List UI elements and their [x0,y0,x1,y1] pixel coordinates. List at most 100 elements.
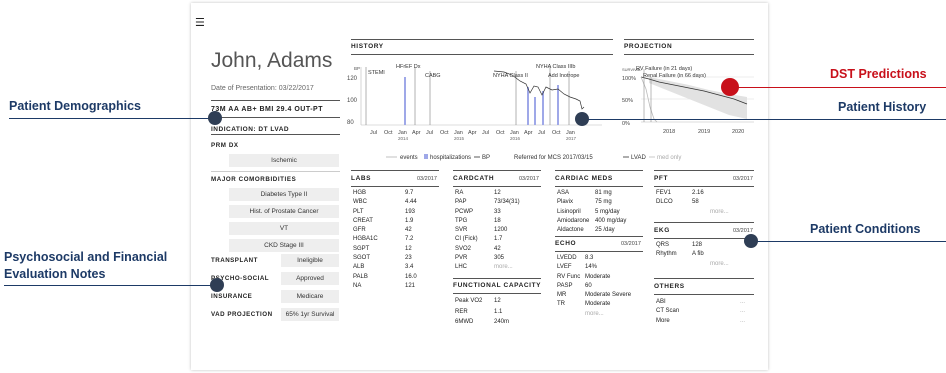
table-row: SVO2 42 [455,245,501,252]
table-row: more... [656,261,751,270]
table-row: NA 121 [353,282,416,289]
pft-title: PFT [654,175,669,182]
annotation-line [9,118,216,119]
table-row: ALB 3.4 [353,264,414,271]
hospitalization-bar [527,87,529,125]
divider [654,238,754,239]
echo-title: ECHO [555,240,577,247]
event-label: NYHA Class IIIb [536,64,575,70]
comorbidity-item: VT [229,222,339,235]
history-y-tick: 80 [347,120,354,126]
demographics-line: 73M AA AB+ BMI 29.4 OUT-PT [211,106,323,113]
svg-text:Oct: Oct [552,130,561,136]
divider [211,100,340,101]
insurance-value: Medicare [281,290,339,303]
divider [654,278,754,279]
cardcath-date: 03/2017 [519,176,539,182]
table-row: HGB 9.7 [353,190,414,196]
meds-title: CARDIAC MEDS [555,175,613,182]
renal-failure-label: Renal Failure (in 66 days) [643,73,706,79]
table-row: LVEF 14% [557,264,598,271]
annotation-dot [210,278,224,292]
table-row: Rhythm A fib [656,251,704,258]
svg-text:Apr: Apr [468,130,477,136]
table-row: PASP 60 [557,282,592,289]
event-label: NYHA Class II [493,73,528,79]
divider [624,54,754,55]
legend-bp: BP [482,155,490,161]
divider [453,278,541,279]
annotation-dst-predictions: DST Predictions [830,67,927,81]
meds-table: ASA 81 mg Plavix 75 mg Lisinopril 5 mg/day … [557,190,642,236]
divider [555,186,643,187]
ekg-more-link[interactable]: more... [710,261,729,267]
table-row: QRS 128 [656,242,703,248]
divider [351,54,613,55]
table-row: PVR 305 [455,255,505,262]
event-label: STEMI [368,70,385,76]
hospitalization-bar [557,85,559,125]
cardcath-table: RA 12 PAP 73/34(31) PCWP 33 TPG 18 SVR 1200 C… [455,190,540,274]
echo-more-link[interactable]: more... [585,311,604,317]
referred-note: Referred for MCS 2017/03/15 [514,155,593,161]
table-row: CT Scan... [656,308,746,315]
patient-name: John, Adams [211,49,333,72]
lhc-more-link[interactable]: more... [494,264,513,270]
table-row: PLT 193 [353,208,416,215]
svg-text:Apr: Apr [412,130,421,136]
divider [211,134,340,135]
pft-more-link[interactable]: more... [710,209,729,215]
divider [351,186,439,187]
table-row: TR Moderate [557,301,611,308]
table-row: Peak VO2 12 [455,298,501,304]
projection-x-axis: 2018 2019 2020 [663,129,744,135]
table-row: 6MWD 240m [455,319,510,325]
pft-table: FEV1 2.16 DLCO 58 more... [656,190,751,218]
projection-title: PROJECTION [624,43,673,50]
annotation-line [4,285,216,286]
annotation-psychosocial-1: Psychosocial and Financial [4,250,168,264]
hospitalization-bar [404,77,406,125]
table-row: More... [656,317,746,324]
prm-dx-value: Ischemic [229,154,339,167]
divider [624,39,754,40]
svg-text:2020: 2020 [732,129,744,135]
echo-table: LVEDD 8.3 LVEF 14% RV Func Moderate PASP 60 … [557,255,642,320]
annotation-line [738,87,946,88]
svg-text:Jul: Jul [370,130,377,136]
transplant-value: Ineligible [281,254,339,267]
history-y-label: BP [354,66,360,71]
svg-text:Jul: Jul [538,130,545,136]
divider [555,236,643,237]
table-row: LHC more... [455,264,513,271]
comorbidity-item: Diabetes Type II [229,188,339,201]
svg-text:Oct: Oct [384,130,393,136]
event-label: Add Inotrope [548,73,580,79]
rv-failure-label: RV Failure (in 21 days) [636,66,692,72]
svg-text:Oct: Oct [440,130,449,136]
table-row: Plavix 75 mg [557,199,612,206]
history-y-tick: 100 [347,98,358,104]
comorbidity-item: CKD Stage III [229,239,339,252]
svg-text:2018: 2018 [663,129,675,135]
patient-dashboard-card: ☰ John, Adams Date of Presentation: 03/2… [191,3,768,370]
svg-text:Jul: Jul [482,130,489,136]
svg-text:Apr: Apr [524,130,533,136]
svg-text:Oct: Oct [496,130,505,136]
insurance-label: INSURANCE [211,293,253,300]
annotation-patient-demographics: Patient Demographics [9,99,141,113]
table-row: RA 12 [455,190,501,196]
legend-hosp-swatch [424,154,428,159]
annotation-dot [744,234,758,248]
table-row: RV Func Moderate [557,273,611,280]
hospitalization-bar [534,97,536,125]
history-title: HISTORY [351,43,384,50]
hospitalization-bar [542,91,544,125]
divider [453,170,541,171]
projection-y-tick: 100% [622,76,636,82]
table-row: SGPT 12 [353,245,412,252]
table-row: FEV1 2.16 [656,190,704,196]
vad-projection-value: 65% 1yr Survival [281,308,339,321]
hamburger-menu-icon[interactable]: ☰ [195,18,205,29]
svg-text:2017: 2017 [566,136,577,141]
